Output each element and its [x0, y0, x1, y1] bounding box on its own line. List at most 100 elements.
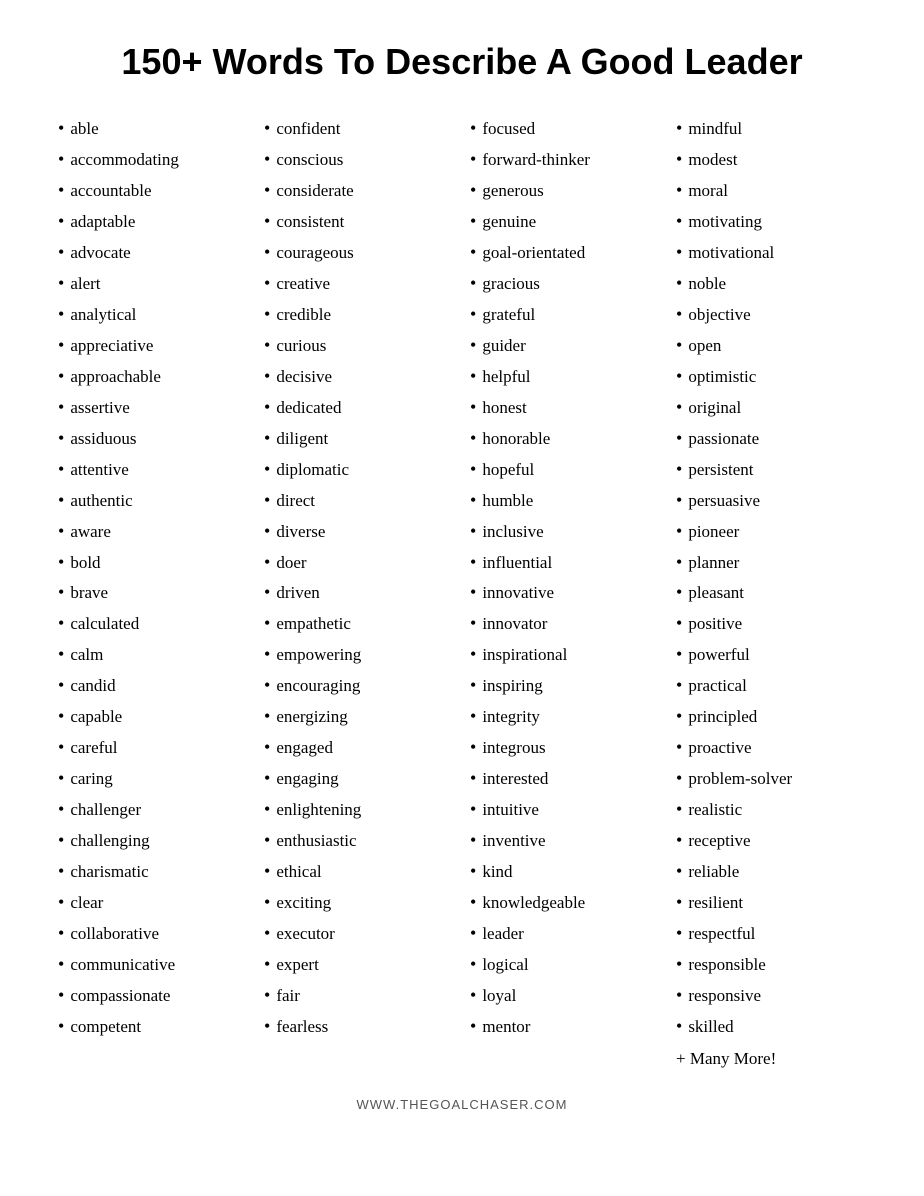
list-item: proactive — [676, 732, 866, 763]
list-item: practical — [676, 670, 866, 701]
list-item: leader — [470, 918, 660, 949]
list-item: planner — [676, 547, 866, 578]
list-item: innovator — [470, 608, 660, 639]
list-item: pleasant — [676, 577, 866, 608]
list-item: helpful — [470, 361, 660, 392]
list-item: influential — [470, 547, 660, 578]
list-item: kind — [470, 856, 660, 887]
list-item: able — [58, 113, 248, 144]
list-item: consistent — [264, 206, 454, 237]
list-item: motivating — [676, 206, 866, 237]
list-item: challenger — [58, 794, 248, 825]
list-item: pioneer — [676, 516, 866, 547]
list-item: powerful — [676, 639, 866, 670]
list-item: fearless — [264, 1011, 454, 1042]
list-item: compassionate — [58, 980, 248, 1011]
list-item: collaborative — [58, 918, 248, 949]
column-4: mindfulmodestmoralmotivatingmotivational… — [668, 113, 874, 1073]
list-item: advocate — [58, 237, 248, 268]
list-item: hopeful — [470, 454, 660, 485]
list-item: curious — [264, 330, 454, 361]
list-item: capable — [58, 701, 248, 732]
list-item: challenging — [58, 825, 248, 856]
list-item: alert — [58, 268, 248, 299]
column-2: confidentconsciousconsiderateconsistent c… — [256, 113, 462, 1073]
list-item: competent — [58, 1011, 248, 1042]
list-item: principled — [676, 701, 866, 732]
list-item: open — [676, 330, 866, 361]
list-item: considerate — [264, 175, 454, 206]
list-item: passionate — [676, 423, 866, 454]
list-item: exciting — [264, 887, 454, 918]
list-item: respectful — [676, 918, 866, 949]
list-item: noble — [676, 268, 866, 299]
list-item: optimistic — [676, 361, 866, 392]
list-item: approachable — [58, 361, 248, 392]
list-item: interested — [470, 763, 660, 794]
list-item: bold — [58, 547, 248, 578]
list-item: persuasive — [676, 485, 866, 516]
list-item: intuitive — [470, 794, 660, 825]
list-item: aware — [58, 516, 248, 547]
list-item: integrous — [470, 732, 660, 763]
page-title: 150+ Words To Describe A Good Leader — [50, 40, 874, 83]
list-item: brave — [58, 577, 248, 608]
list-item: assiduous — [58, 423, 248, 454]
list-item: responsive — [676, 980, 866, 1011]
list-item: honorable — [470, 423, 660, 454]
list-item: ethical — [264, 856, 454, 887]
list-item: driven — [264, 577, 454, 608]
list-item: problem-solver — [676, 763, 866, 794]
list-item: candid — [58, 670, 248, 701]
list-item: confident — [264, 113, 454, 144]
list-item: mentor — [470, 1011, 660, 1042]
list-item: original — [676, 392, 866, 423]
list-item: inclusive — [470, 516, 660, 547]
list-item: inventive — [470, 825, 660, 856]
list-item: skilled — [676, 1011, 866, 1042]
list-item: enlightening — [264, 794, 454, 825]
list-item: persistent — [676, 454, 866, 485]
list-item: modest — [676, 144, 866, 175]
list-item: knowledgeable — [470, 887, 660, 918]
list-item: loyal — [470, 980, 660, 1011]
list-item: goal-orientated — [470, 237, 660, 268]
list-item: engaged — [264, 732, 454, 763]
list-item: inspiring — [470, 670, 660, 701]
list-item: generous — [470, 175, 660, 206]
list-item: realistic — [676, 794, 866, 825]
list-item: integrity — [470, 701, 660, 732]
list-item: accommodating — [58, 144, 248, 175]
list-item: adaptable — [58, 206, 248, 237]
list-item: empowering — [264, 639, 454, 670]
list-item: humble — [470, 485, 660, 516]
list-item: enthusiastic — [264, 825, 454, 856]
list-item: forward-thinker — [470, 144, 660, 175]
list-item: analytical — [58, 299, 248, 330]
list-item: diverse — [264, 516, 454, 547]
list-item: empathetic — [264, 608, 454, 639]
list-item: logical — [470, 949, 660, 980]
list-item: credible — [264, 299, 454, 330]
list-item: focused — [470, 113, 660, 144]
list-item: guider — [470, 330, 660, 361]
column-1: ableaccommodatingaccountableadaptableadv… — [50, 113, 256, 1073]
list-item: communicative — [58, 949, 248, 980]
word-columns: ableaccommodatingaccountableadaptableadv… — [50, 113, 874, 1073]
list-item: inspirational — [470, 639, 660, 670]
list-item: encouraging — [264, 670, 454, 701]
list-item: careful — [58, 732, 248, 763]
list-item: executor — [264, 918, 454, 949]
list-item: clear — [58, 887, 248, 918]
list-item: decisive — [264, 361, 454, 392]
list-item: genuine — [470, 206, 660, 237]
more-label: + Many More! — [676, 1044, 866, 1073]
list-item: motivational — [676, 237, 866, 268]
list-item: conscious — [264, 144, 454, 175]
list-item: appreciative — [58, 330, 248, 361]
list-item: moral — [676, 175, 866, 206]
list-item: direct — [264, 485, 454, 516]
list-item: receptive — [676, 825, 866, 856]
list-item: energizing — [264, 701, 454, 732]
list-item: innovative — [470, 577, 660, 608]
